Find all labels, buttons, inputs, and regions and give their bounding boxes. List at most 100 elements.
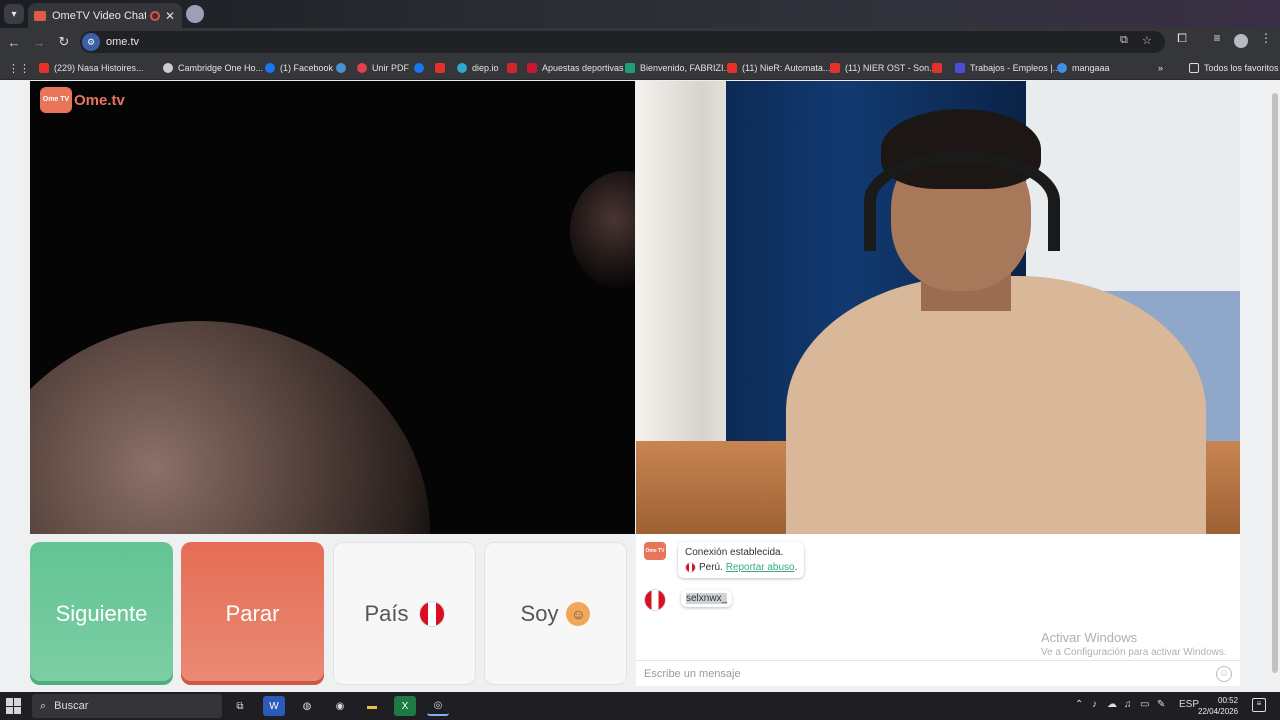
bookmark-item[interactable] bbox=[435, 61, 450, 75]
jobs-icon bbox=[955, 63, 965, 73]
bookmark-item[interactable] bbox=[507, 61, 522, 75]
close-tab-icon[interactable]: ✕ bbox=[164, 9, 176, 23]
connection-text: Conexión establecida. bbox=[685, 547, 784, 558]
reload-icon[interactable]: ↻ bbox=[53, 31, 75, 53]
stop-button[interactable]: Parar bbox=[181, 542, 324, 685]
forward-icon[interactable]: → bbox=[28, 31, 50, 53]
cloud-icon[interactable]: ☁ bbox=[1107, 699, 1117, 710]
scrollbar-thumb[interactable] bbox=[1272, 93, 1278, 673]
bookmark-label: Bienvenido, FABRIZI... bbox=[640, 63, 732, 73]
next-label: Siguiente bbox=[55, 600, 148, 626]
bookmark-item[interactable]: Apuestas deportivas bbox=[527, 61, 624, 75]
tab-search-icon[interactable]: ▾ bbox=[4, 4, 24, 24]
app-icon[interactable]: ◍ bbox=[296, 696, 318, 716]
gender-filter-button[interactable]: Soy ☺ bbox=[484, 542, 627, 685]
obs-icon[interactable]: ◉ bbox=[329, 696, 351, 716]
bookmark-item[interactable]: diep.io bbox=[457, 61, 499, 75]
language-indicator[interactable]: ESP bbox=[1179, 699, 1199, 710]
cast-icon[interactable]: ⧉ bbox=[1120, 34, 1128, 47]
ometv-favicon-icon bbox=[34, 10, 46, 21]
notifications-icon[interactable]: ≡ bbox=[1252, 698, 1266, 712]
windows-start-icon[interactable] bbox=[6, 698, 22, 714]
bookmark-label: Trabajos - Empleos |... bbox=[970, 63, 1061, 73]
bookmark-label: Unir PDF bbox=[372, 63, 410, 73]
emoji-icon[interactable]: ☺ bbox=[1216, 665, 1232, 682]
tray-chevron-icon[interactable]: ⌃ bbox=[1075, 699, 1083, 710]
back-icon[interactable]: ← bbox=[3, 31, 25, 53]
youtube-icon bbox=[435, 63, 445, 73]
all-bookmarks-folder[interactable]: Todos los favoritos bbox=[1189, 61, 1279, 75]
diep-icon bbox=[457, 63, 467, 73]
local-video bbox=[636, 81, 1240, 534]
volume-icon[interactable]: ♫ bbox=[1124, 699, 1132, 710]
taskbar-search[interactable]: ⌕ Buscar bbox=[32, 694, 222, 718]
bookmark-item[interactable]: mangaaa bbox=[1057, 61, 1110, 75]
bookmark-item[interactable] bbox=[336, 61, 351, 75]
bookmark-item[interactable]: (229) Nasa Histoires... bbox=[39, 61, 144, 75]
address-bar[interactable]: ⚙ ome.tv ⧉ ☆ bbox=[80, 31, 1165, 53]
tab-title: OmeTV Video Chat — Ome bbox=[52, 9, 146, 22]
bookmark-item[interactable] bbox=[932, 61, 947, 75]
site-info-icon[interactable]: ⚙ bbox=[82, 33, 100, 51]
network-icon[interactable]: ▭ bbox=[1140, 699, 1149, 710]
report-abuse-link[interactable]: Reportar abuso bbox=[726, 562, 795, 573]
file-explorer-icon[interactable]: ▬ bbox=[361, 696, 383, 716]
bookmark-star-icon[interactable]: ☆ bbox=[1142, 34, 1152, 47]
chat-input-bar: ☺ bbox=[636, 660, 1240, 686]
bookmark-item[interactable]: Cambridge One Ho... bbox=[163, 61, 263, 75]
bookmark-item[interactable]: (1) Facebook bbox=[265, 61, 333, 75]
browser-tab-ometv[interactable]: OmeTV Video Chat — Ome ✕ bbox=[28, 3, 182, 28]
bookmark-item[interactable]: Trabajos - Empleos |... bbox=[955, 61, 1060, 75]
browser-tab-strip: ▾ OmeTV Video Chat — Ome ✕ bbox=[0, 0, 1280, 28]
screen: ▾ OmeTV Video Chat — Ome ✕ ← → ↻ ⚙ ome.t… bbox=[0, 0, 1280, 720]
cambridge-icon bbox=[163, 63, 173, 73]
windows-taskbar: ⌕ Buscar ⧉ W ◍ ◉ ▬ X ◎ ⌃ ♪ ☁ ♫ ▭ ✎ ESP 00… bbox=[0, 692, 1280, 720]
bookmark-item[interactable] bbox=[414, 61, 429, 75]
ometv-system-icon: Ome TV bbox=[644, 542, 666, 560]
new-tab-button[interactable] bbox=[186, 5, 204, 23]
profile-avatar[interactable] bbox=[1234, 34, 1248, 48]
heart-icon bbox=[357, 63, 367, 73]
clock[interactable]: 00:52 22/04/2026 bbox=[1198, 695, 1238, 717]
gender-label: Soy bbox=[520, 600, 559, 626]
microphone-icon[interactable]: ♪ bbox=[1092, 699, 1097, 710]
pen-icon[interactable]: ✎ bbox=[1157, 699, 1165, 710]
media-controls-icon[interactable]: ≡ bbox=[1207, 31, 1227, 45]
ometv-logo[interactable]: Ome TV Ome.tv bbox=[40, 87, 125, 113]
stranger-flag-icon bbox=[644, 589, 666, 611]
clock-time: 00:52 bbox=[1218, 696, 1239, 705]
apps-grid-icon[interactable]: ⋮⋮ bbox=[8, 61, 30, 75]
task-view-icon[interactable]: ⧉ bbox=[229, 696, 251, 716]
menu-kebab-icon[interactable]: ⋮ bbox=[1256, 31, 1276, 45]
message-input[interactable] bbox=[644, 667, 1216, 680]
bookmark-label: (11) NIER OST - Son... bbox=[845, 63, 937, 73]
message-text: selxnwx_ bbox=[686, 593, 728, 604]
bookmark-item[interactable]: Bienvenido, FABRIZI... bbox=[625, 61, 731, 75]
more-bookmarks-icon[interactable]: » bbox=[1158, 61, 1163, 75]
excel-icon[interactable]: X bbox=[394, 696, 416, 716]
remote-video bbox=[30, 81, 635, 534]
page-scrollbar[interactable] bbox=[1270, 81, 1280, 691]
watermark-subtitle: Ve a Configuración para activar Windows. bbox=[1041, 647, 1227, 658]
chat-panel: Ome TV Conexión establecida. Perú. Repor… bbox=[636, 534, 1240, 686]
next-button[interactable]: Siguiente bbox=[30, 542, 173, 685]
recording-icon bbox=[150, 10, 160, 21]
word-icon[interactable]: W bbox=[263, 696, 285, 716]
peru-flag-icon bbox=[418, 600, 445, 627]
extensions-icon[interactable]: ⧠ bbox=[1172, 31, 1192, 46]
bookmark-label: (229) Nasa Histoires... bbox=[54, 63, 144, 73]
windows-activation-watermark: Activar Windows Ve a Configuración para … bbox=[1041, 630, 1227, 658]
site-icon bbox=[336, 63, 346, 73]
search-icon: ⌕ bbox=[40, 699, 47, 712]
facebook-icon bbox=[265, 63, 275, 73]
youtube-icon bbox=[727, 63, 737, 73]
a-icon bbox=[625, 63, 635, 73]
folder-icon bbox=[1189, 63, 1199, 73]
bookmark-item[interactable]: Unir PDF bbox=[357, 61, 409, 75]
country-label: País bbox=[364, 600, 409, 626]
bookmark-item[interactable]: (11) NieR: Automata... bbox=[727, 61, 830, 75]
country-filter-button[interactable]: País bbox=[333, 542, 476, 685]
bookmark-item[interactable]: (11) NIER OST - Son... bbox=[830, 61, 937, 75]
chrome-icon[interactable]: ◎ bbox=[427, 696, 449, 716]
facebook-icon bbox=[414, 63, 424, 73]
